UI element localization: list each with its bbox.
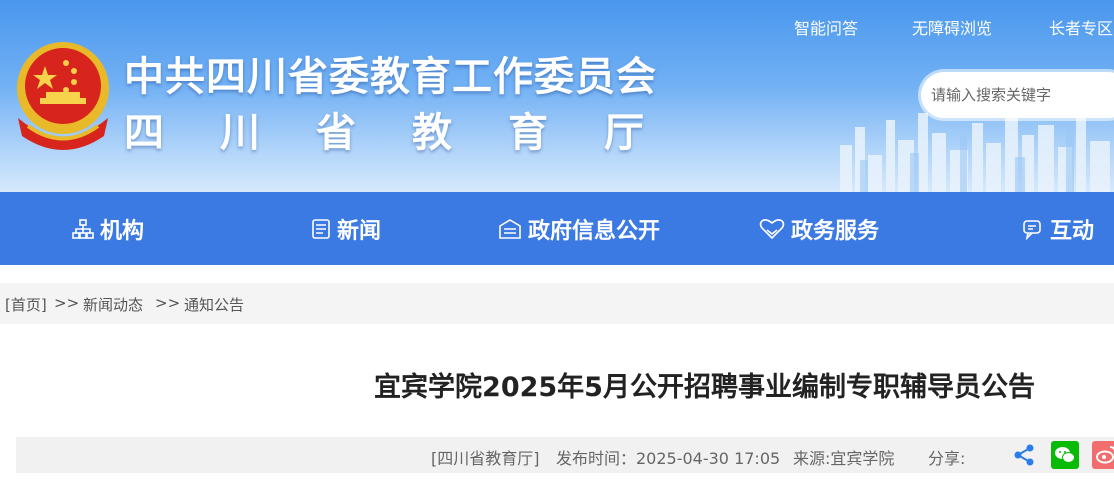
- weibo-icon[interactable]: [1092, 441, 1114, 469]
- nav-item-gov-service[interactable]: 政务服务: [759, 192, 879, 265]
- nav-item-info-disclosure[interactable]: 政府信息公开: [498, 192, 660, 265]
- nav-label: 机构: [100, 218, 145, 244]
- article-publish-time: 发布时间：2025-04-30 17:05: [556, 449, 781, 468]
- nav-label: 政府信息公开: [528, 218, 661, 244]
- article-source: 来源:宜宾学院: [793, 449, 895, 468]
- breadcrumb-separator: >>: [155, 294, 181, 312]
- link-elderly-zone[interactable]: 长者专区: [1049, 15, 1113, 39]
- link-accessibility[interactable]: 无障碍浏览: [912, 15, 992, 39]
- main-nav: 机构 新闻 政府信息公开 政务服务 互动: [0, 192, 1114, 265]
- search-box: [921, 72, 1114, 118]
- article-publisher: [四川省教育厅]: [431, 449, 540, 468]
- breadcrumb-notice[interactable]: 通知公告: [184, 294, 244, 315]
- article-meta-bar: [四川省教育厅] 发布时间：2025-04-30 17:05 来源:宜宾学院 分…: [16, 437, 1114, 473]
- wechat-icon[interactable]: [1051, 441, 1079, 469]
- city-skyline-image: [840, 110, 1110, 192]
- nav-item-institution[interactable]: 机构: [72, 192, 144, 265]
- news-icon: [312, 218, 330, 239]
- site-title-line2: 四川省教育厅: [124, 110, 700, 156]
- org-chart-icon: [72, 218, 94, 239]
- breadcrumb-separator: >>: [54, 294, 80, 312]
- info-disclosure-icon: [499, 218, 521, 239]
- share-label: 分享:: [928, 449, 966, 468]
- nav-label: 政务服务: [791, 218, 880, 244]
- national-emblem-icon: [17, 42, 109, 150]
- site-header: 中共四川省委教育工作委员会 四川省教育厅 智能问答 无障碍浏览 长者专区: [0, 0, 1114, 192]
- breadcrumb: [首页] >> 新闻动态 >> 通知公告: [0, 283, 1114, 324]
- breadcrumb-news[interactable]: 新闻动态: [83, 294, 143, 315]
- breadcrumb-home[interactable]: [首页]: [5, 294, 47, 315]
- search-input[interactable]: [931, 83, 1114, 107]
- nav-item-news[interactable]: 新闻: [311, 192, 381, 265]
- article-title: 宜宾学院2025年5月公开招聘事业编制专职辅导员公告: [374, 372, 1035, 403]
- service-heart-icon: [759, 218, 785, 239]
- link-smart-qa[interactable]: 智能问答: [794, 15, 858, 39]
- nav-label: 互动: [1050, 218, 1095, 244]
- nav-label: 新闻: [337, 218, 382, 244]
- chat-icon: [1023, 219, 1041, 240]
- share-icon[interactable]: [1010, 441, 1038, 469]
- site-title-line1: 中共四川省委教育工作委员会: [124, 54, 657, 100]
- nav-item-interaction[interactable]: 互动: [1022, 192, 1094, 265]
